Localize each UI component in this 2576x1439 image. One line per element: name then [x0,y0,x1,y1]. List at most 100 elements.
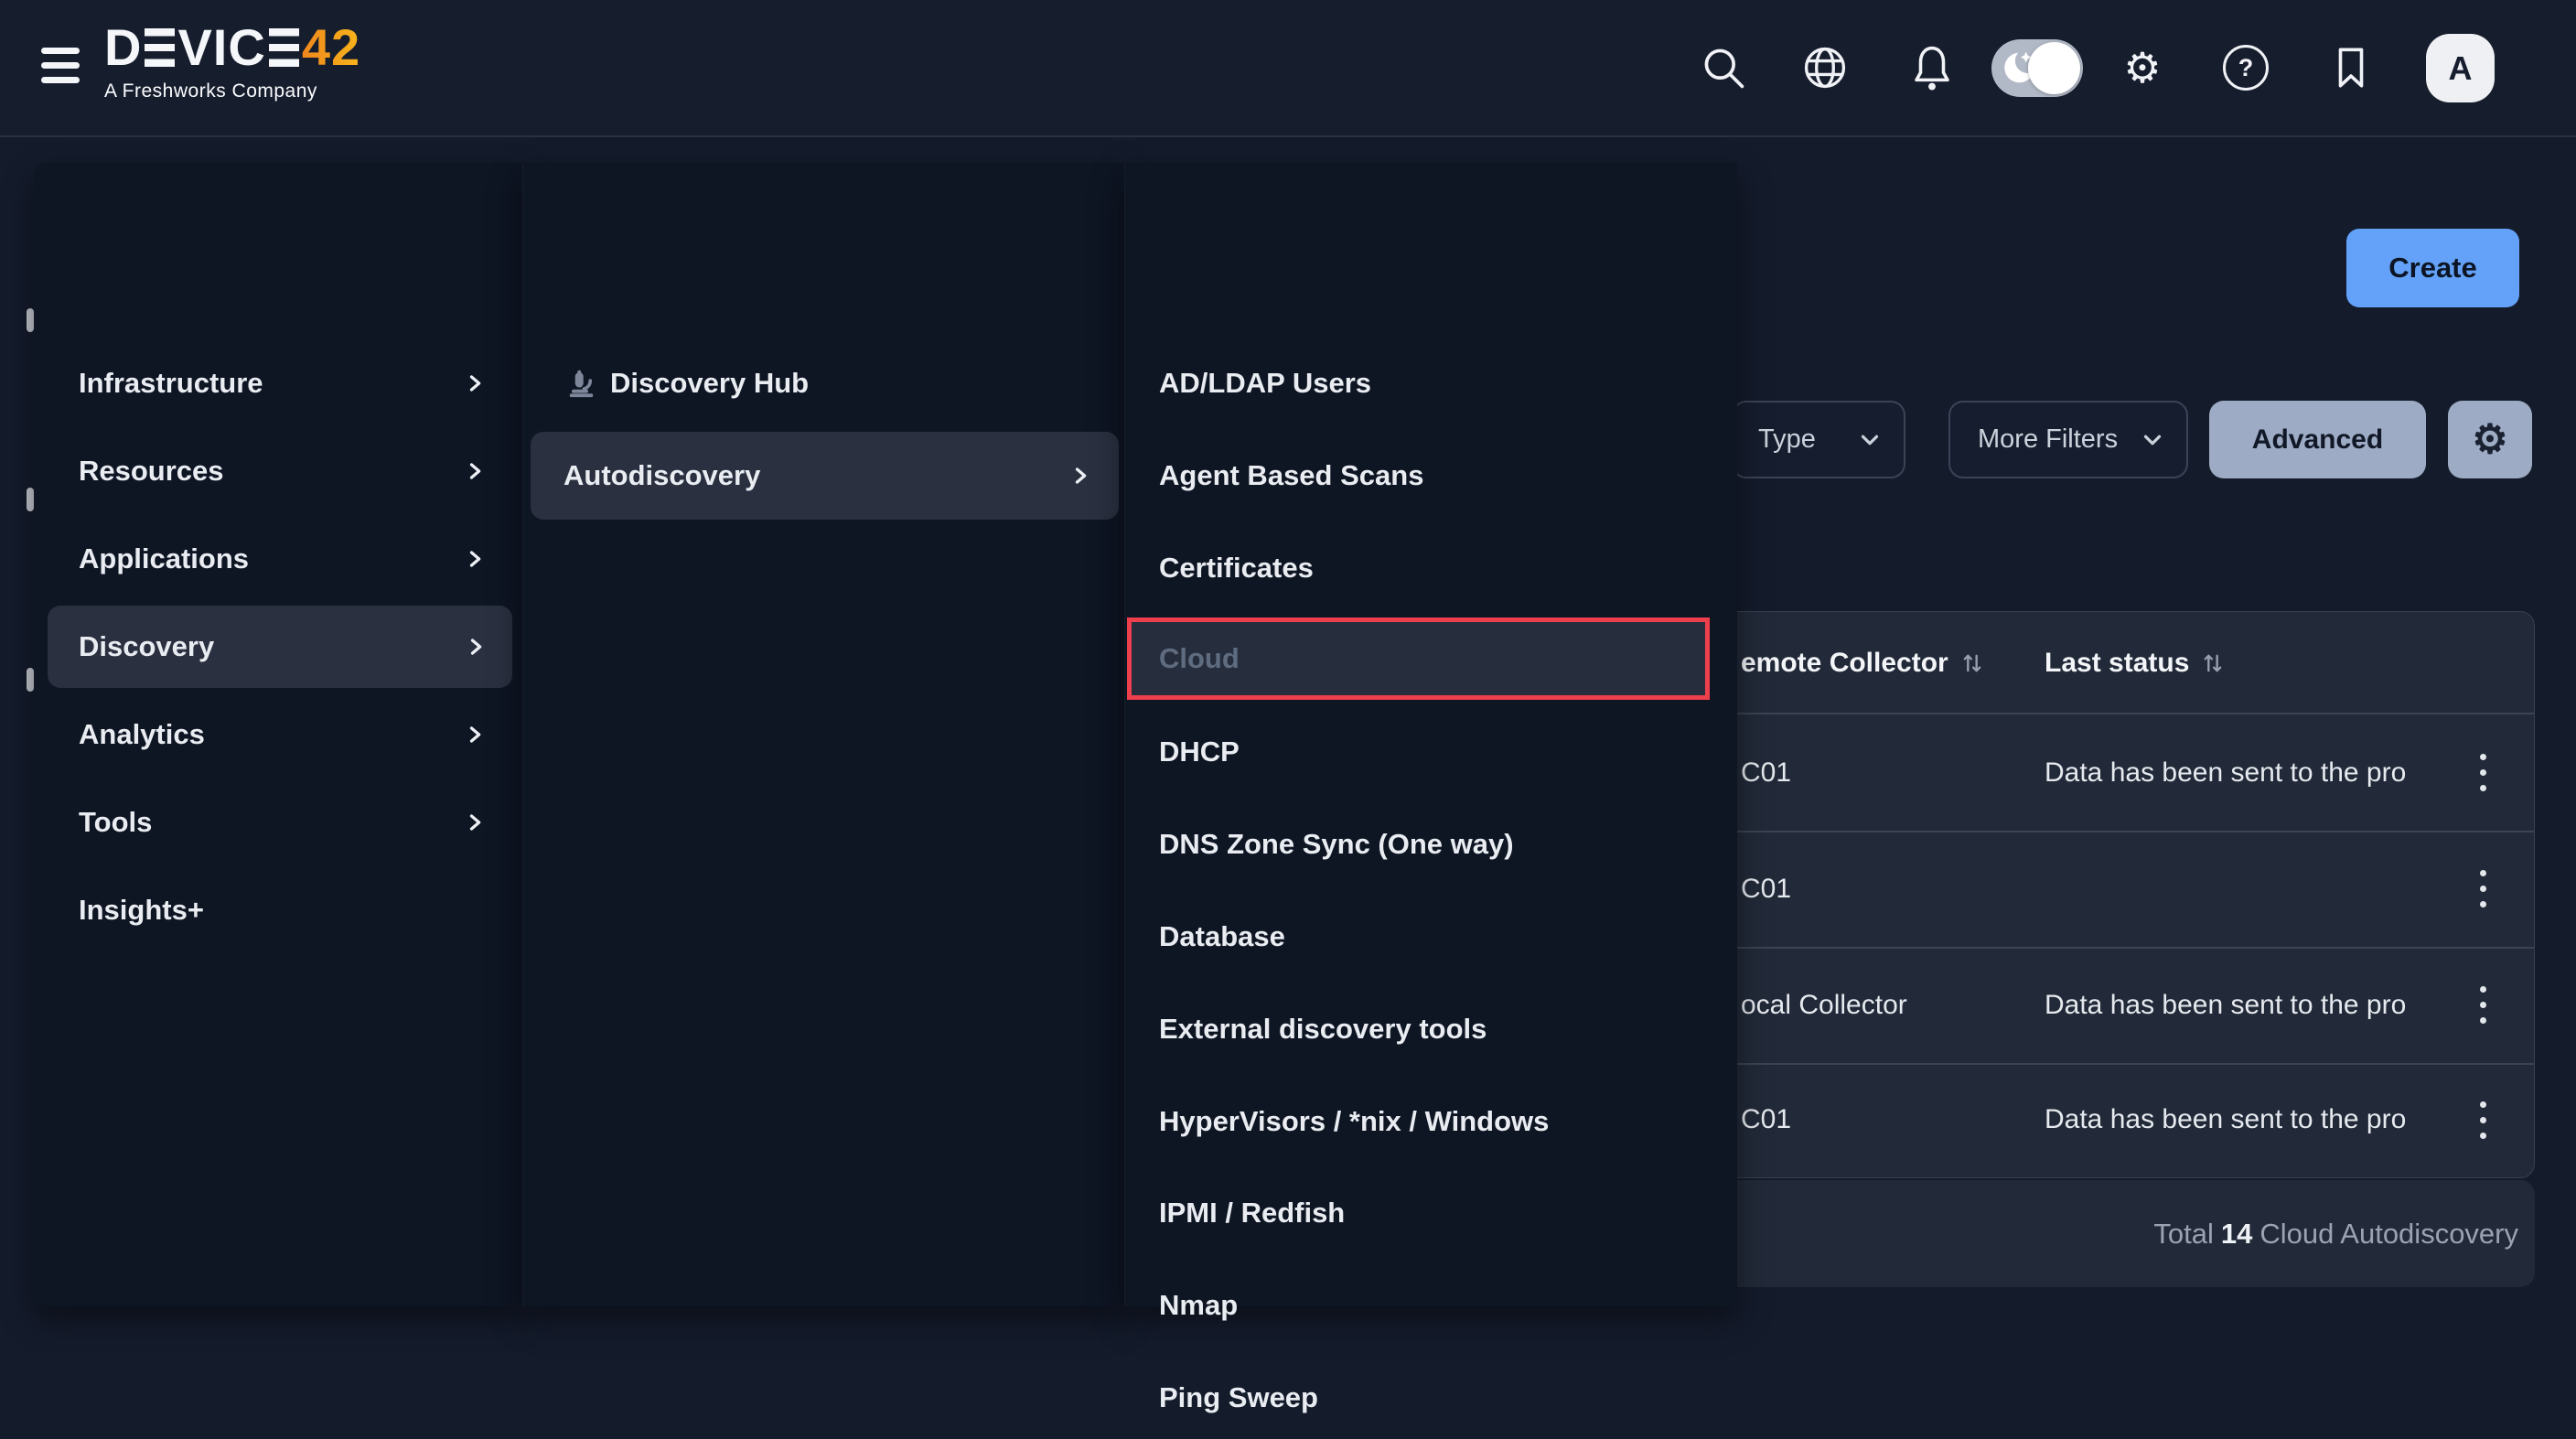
menu-item-label: External discovery tools [1159,1013,1487,1046]
table-settings-button[interactable]: ⚙ [2448,401,2532,478]
menu-item-ad-ldap-users[interactable]: AD/LDAP Users [1125,342,1737,424]
advanced-button[interactable]: Advanced [2209,401,2426,478]
chevron-right-icon [1068,463,1093,489]
menu-item-label: Certificates [1159,552,1314,585]
bell-icon[interactable] [1906,42,1958,93]
menu-item-discovery[interactable]: Discovery [48,606,512,688]
chevron-right-icon [462,722,488,747]
device42-logo[interactable]: D VIC 42 A Freshworks Company [104,20,360,102]
sidebar-icon-fragment [27,488,34,511]
bookmark-icon[interactable] [2325,42,2377,93]
menu-item-label: Insights+ [79,894,204,927]
menu-item-certificates[interactable]: Certificates [1125,527,1737,609]
type-filter-label: Type [1758,424,1816,455]
status-cell: Data has been sent to the pro [2045,714,2406,831]
menu-item-autodiscovery[interactable]: Autodiscovery [531,432,1119,520]
column-label: emote Collector [1741,648,1948,679]
row-actions-kebab-icon[interactable] [2467,978,2498,1033]
menu-item-applications[interactable]: Applications [34,518,522,600]
logo-part-d: D [104,20,142,75]
total-count: 14 [2221,1218,2252,1251]
toggle-knob [2028,42,2080,94]
chevron-right-icon [462,810,488,835]
menu-item-label: Tools [79,806,152,839]
menu-item-insights-plus[interactable]: Insights+ [34,869,522,951]
menu-item-label: Cloud [1159,642,1240,675]
column-header-last-status[interactable]: Last status [2045,612,2226,714]
menu-item-label: Autodiscovery [564,459,760,492]
search-icon[interactable] [1698,42,1749,93]
menu-item-external-discovery-tools[interactable]: External discovery tools [1125,988,1737,1070]
collector-cell: C01 [1741,1063,1791,1176]
chevron-right-icon [462,458,488,484]
menu-item-resources[interactable]: Resources [34,430,522,512]
menu-item-label: HyperVisors / *nix / Windows [1159,1105,1549,1138]
menu-item-label: Resources [79,455,224,488]
sort-icon[interactable] [2200,650,2226,676]
menu-item-label: Analytics [79,718,205,751]
menu-item-ping-sweep[interactable]: Ping Sweep [1125,1357,1737,1439]
menu-item-analytics[interactable]: Analytics [34,693,522,776]
menu-item-ipmi-redfish[interactable]: IPMI / Redfish [1125,1172,1737,1254]
more-filters-label: More Filters [1978,424,2118,455]
sort-icon[interactable] [1959,650,1985,676]
menu-item-label: Agent Based Scans [1159,459,1423,492]
menu-item-hypervisors-nix-windows[interactable]: HyperVisors / *nix / Windows [1125,1080,1737,1163]
menu-item-dns-zone-sync[interactable]: DNS Zone Sync (One way) [1125,803,1737,886]
menu-item-label: Discovery [79,630,214,663]
menu-item-dhcp[interactable]: DHCP [1125,711,1737,793]
menu-item-database[interactable]: Database [1125,896,1737,978]
menu-item-discovery-hub[interactable]: Discovery Hub [523,342,1124,424]
type-filter-dropdown[interactable]: Type [1732,401,1905,478]
menu-item-label: AD/LDAP Users [1159,367,1371,400]
status-cell: Data has been sent to the pro [2045,1063,2406,1176]
menu-item-label: Database [1159,920,1285,953]
collector-cell: C01 [1741,714,1791,831]
chevron-right-icon [462,546,488,572]
avatar-letter: A [2449,49,2473,88]
menu-item-label: DHCP [1159,736,1240,768]
menu-panel-level3: AD/LDAP Users Agent Based Scans Certific… [1124,163,1737,1306]
row-actions-kebab-icon[interactable] [2467,746,2498,800]
menu-item-label: Ping Sweep [1159,1381,1318,1414]
chevron-right-icon [462,370,488,396]
column-label: Last status [2045,648,2189,679]
menu-item-cloud-highlighted[interactable]: Cloud [1127,617,1710,700]
help-icon[interactable]: ? [2220,42,2271,93]
more-filters-dropdown[interactable]: More Filters [1948,401,2188,478]
logo-part-vic: VIC [177,20,265,75]
hamburger-menu-icon[interactable] [41,48,80,88]
advanced-button-label: Advanced [2252,424,2383,456]
column-header-remote-collector[interactable]: emote Collector [1741,612,1985,714]
total-entity-label: Cloud Autodiscovery [2259,1218,2518,1251]
sidebar-icon-fragment [27,308,34,332]
logo-tagline: A Freshworks Company [104,81,360,102]
row-actions-kebab-icon[interactable] [2467,862,2498,917]
menu-item-infrastructure[interactable]: Infrastructure [34,342,522,424]
chevron-right-icon [463,634,488,660]
logo-letter-e-icon [145,28,175,67]
menu-item-agent-based-scans[interactable]: Agent Based Scans [1125,435,1737,517]
row-actions-kebab-icon[interactable] [2467,1092,2498,1147]
menu-panel-level1: Infrastructure Resources Applications Di… [34,163,522,1306]
user-avatar[interactable]: A [2426,34,2495,102]
menu-item-label: DNS Zone Sync (One way) [1159,828,1514,861]
gear-icon: ⚙ [2472,420,2507,460]
create-button[interactable]: Create [2346,229,2519,307]
chevron-down-icon [2139,426,2166,454]
menu-item-label: IPMI / Redfish [1159,1197,1345,1230]
globe-icon[interactable] [1799,42,1851,93]
sidebar-icon-fragment [27,668,34,692]
menu-item-tools[interactable]: Tools [34,781,522,864]
logo-wordmark: D VIC 42 [104,20,360,75]
collector-cell: C01 [1741,831,1791,947]
total-label: Total [2153,1218,2213,1251]
menu-item-nmap[interactable]: Nmap [1125,1264,1737,1347]
logo-letter-e-icon [269,28,299,67]
create-button-label: Create [2388,252,2477,285]
dark-mode-toggle[interactable] [1991,39,2083,97]
gear-icon[interactable]: ⚙ [2117,42,2168,93]
top-bar: D VIC 42 A Freshworks Company ⚙ ? [0,0,2576,137]
logo-part-42: 42 [302,20,360,75]
menu-item-label: Discovery Hub [610,367,809,400]
